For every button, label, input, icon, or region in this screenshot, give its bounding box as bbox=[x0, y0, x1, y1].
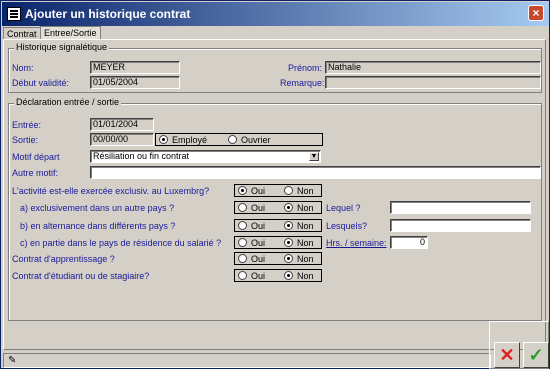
radio-dot-q4-oui bbox=[238, 238, 247, 247]
q-apprentissage-label: Contrat d'apprentissage ? bbox=[12, 254, 115, 264]
q5-oui-label: Oui bbox=[251, 254, 266, 264]
entree-field[interactable]: 01/01/2004 bbox=[90, 118, 154, 131]
prenom-field[interactable]: Nathalie bbox=[325, 61, 541, 74]
statut-radio-group: Employé Ouvrier bbox=[155, 133, 323, 146]
radio-dot-employe bbox=[159, 135, 168, 144]
q-apprentissage-oui[interactable]: Oui bbox=[238, 254, 265, 264]
q-alternance-label: b) en alternance dans différents pays ? bbox=[20, 221, 176, 231]
q-luxembourg-oui[interactable]: Oui bbox=[238, 186, 265, 196]
q-luxembourg-radio-group: Oui Non bbox=[234, 184, 322, 197]
q1-oui-label: Oui bbox=[251, 186, 266, 196]
q1-non-label: Non bbox=[297, 186, 314, 196]
q2-oui-label: Oui bbox=[251, 203, 266, 213]
app-icon bbox=[7, 7, 21, 21]
remarque-field[interactable] bbox=[325, 76, 541, 89]
dialog-window: Ajouter un historique contrat × Contrat … bbox=[0, 0, 550, 369]
q-residence-radio-group: Oui Non bbox=[234, 236, 322, 249]
q-apprentissage-non[interactable]: Non bbox=[284, 254, 314, 264]
q6-non-label: Non bbox=[297, 271, 314, 281]
q-autre-pays-oui[interactable]: Oui bbox=[238, 203, 265, 213]
prenom-label: Prénom: bbox=[288, 63, 323, 73]
lesquels-field[interactable] bbox=[390, 219, 531, 232]
q3-non-label: Non bbox=[297, 221, 314, 231]
hrs-semaine-label: Hrs. / semaine: bbox=[326, 238, 387, 248]
entree-label: Entrée: bbox=[12, 120, 42, 130]
radio-dot-q5-oui bbox=[238, 254, 247, 263]
radio-employe[interactable]: Employé bbox=[159, 135, 207, 145]
title-bar[interactable]: Ajouter un historique contrat × bbox=[2, 2, 549, 26]
close-button[interactable]: × bbox=[528, 5, 544, 21]
radio-dot-q1-oui bbox=[238, 186, 247, 195]
sortie-label: Sortie: bbox=[12, 135, 39, 145]
q4-non-label: Non bbox=[297, 238, 314, 248]
q2-non-label: Non bbox=[297, 203, 314, 213]
tab-entree-sortie[interactable]: Entree/Sortie bbox=[40, 26, 101, 39]
q5-non-label: Non bbox=[297, 254, 314, 264]
debut-validite-field[interactable]: 01/05/2004 bbox=[90, 76, 180, 89]
autre-motif-field[interactable] bbox=[90, 166, 541, 179]
remarque-label: Remarque: bbox=[280, 78, 325, 88]
motif-depart-select[interactable]: Résiliation ou fin contrat ▼ bbox=[90, 150, 321, 163]
radio-dot-q4-non bbox=[284, 238, 293, 247]
ok-button[interactable]: ✓ bbox=[523, 342, 549, 368]
q-residence-label: c) en partie dans le pays de résidence d… bbox=[20, 238, 222, 248]
q-alternance-non[interactable]: Non bbox=[284, 221, 314, 231]
radio-dot-q3-non bbox=[284, 221, 293, 230]
radio-dot-q6-non bbox=[284, 271, 293, 280]
pencil-icon: ✎ bbox=[8, 355, 17, 366]
lequel-label: Lequel ? bbox=[326, 203, 361, 213]
q6-oui-label: Oui bbox=[251, 271, 266, 281]
debut-validite-label: Début validité: bbox=[12, 78, 70, 88]
sortie-field[interactable]: 00/00/00 bbox=[90, 133, 154, 146]
lesquels-label: Lesquels? bbox=[326, 221, 368, 231]
status-bar: ✎ bbox=[3, 353, 491, 368]
autre-motif-label: Autre motif: bbox=[12, 168, 59, 178]
q-luxembourg-label: L'activité est-elle exercée exclusiv. au… bbox=[12, 186, 210, 196]
q-etudiant-radio-group: Oui Non bbox=[234, 269, 322, 282]
lequel-field[interactable] bbox=[390, 201, 531, 214]
motif-depart-value: Résiliation ou fin contrat bbox=[93, 151, 190, 161]
q-alternance-oui[interactable]: Oui bbox=[238, 221, 265, 231]
radio-dot-q5-non bbox=[284, 254, 293, 263]
q-autre-pays-radio-group: Oui Non bbox=[234, 201, 322, 214]
chevron-down-icon[interactable]: ▼ bbox=[309, 152, 319, 161]
radio-dot-q6-oui bbox=[238, 271, 247, 280]
radio-dot-q3-oui bbox=[238, 221, 247, 230]
radio-dot-ouvrier bbox=[228, 135, 237, 144]
window-title: Ajouter un historique contrat bbox=[25, 7, 191, 21]
radio-employe-label: Employé bbox=[172, 135, 208, 145]
q-apprentissage-radio-group: Oui Non bbox=[234, 252, 322, 265]
group-title-signaletique: Historique signalétique bbox=[14, 42, 110, 52]
q-autre-pays-label: a) exclusivement dans un autre pays ? bbox=[20, 203, 175, 213]
hrs-semaine-field[interactable]: 0 bbox=[390, 236, 428, 249]
q-alternance-radio-group: Oui Non bbox=[234, 219, 322, 232]
nom-field[interactable]: MEYER bbox=[90, 61, 180, 74]
group-title-declaration: Déclaration entrée / sortie bbox=[14, 97, 122, 107]
cancel-button[interactable]: ✕ bbox=[494, 342, 520, 368]
radio-ouvrier[interactable]: Ouvrier bbox=[228, 135, 271, 145]
q-luxembourg-non[interactable]: Non bbox=[284, 186, 314, 196]
q-etudiant-non[interactable]: Non bbox=[284, 271, 314, 281]
q-etudiant-label: Contrat d'étudiant ou de stagiaire? bbox=[12, 271, 150, 281]
tab-panel: Historique signalétique Nom: MEYER Préno… bbox=[3, 39, 546, 350]
radio-dot-q1-non bbox=[284, 186, 293, 195]
q-autre-pays-non[interactable]: Non bbox=[284, 203, 314, 213]
q-etudiant-oui[interactable]: Oui bbox=[238, 271, 265, 281]
q3-oui-label: Oui bbox=[251, 221, 266, 231]
q-residence-oui[interactable]: Oui bbox=[238, 238, 265, 248]
q-residence-non[interactable]: Non bbox=[284, 238, 314, 248]
nom-label: Nom: bbox=[12, 63, 34, 73]
radio-dot-q2-non bbox=[284, 203, 293, 212]
motif-depart-label: Motif départ bbox=[12, 152, 60, 162]
radio-dot-q2-oui bbox=[238, 203, 247, 212]
radio-ouvrier-label: Ouvrier bbox=[241, 135, 271, 145]
q4-oui-label: Oui bbox=[251, 238, 266, 248]
